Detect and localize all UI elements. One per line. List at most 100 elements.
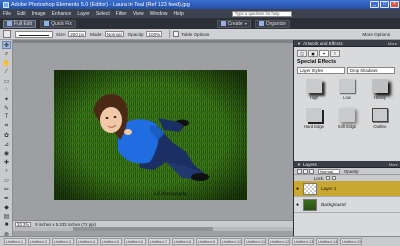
- minimize-button[interactable]: _: [370, 1, 379, 8]
- effect-type-select[interactable]: Layer Styles: [297, 67, 345, 74]
- table-options-button[interactable]: Table Options: [181, 32, 209, 37]
- adjustment-layer-icon[interactable]: [303, 168, 308, 174]
- spot-healing-icon[interactable]: ✚: [2, 158, 11, 166]
- document-status-bar: 33.3% 8 inches x 5.333 inches (72 ppi): [13, 220, 293, 227]
- hand-icon[interactable]: ✋: [2, 59, 11, 67]
- project-bin-item[interactable]: Untitled-1: [4, 238, 26, 245]
- menu-select[interactable]: Select: [96, 11, 110, 17]
- create-label: Create: [227, 20, 243, 27]
- paint-bucket-icon[interactable]: ◆: [2, 203, 11, 211]
- quick-fix-button[interactable]: Quick Fix: [40, 19, 76, 28]
- new-layer-icon[interactable]: [297, 168, 302, 174]
- menu-window[interactable]: Window: [150, 11, 168, 17]
- menu-help[interactable]: Help: [173, 11, 183, 17]
- project-bin-item[interactable]: Untitled-3: [52, 238, 74, 245]
- lasso-icon[interactable]: ◌: [2, 86, 11, 94]
- opacity-input[interactable]: 100%: [146, 31, 163, 37]
- visibility-eye-icon[interactable]: ●: [294, 186, 301, 192]
- layers-header[interactable]: ▼ Layers More: [294, 161, 400, 168]
- cookie-cutter-icon[interactable]: ✿: [2, 131, 11, 139]
- marquee-icon[interactable]: ▭: [2, 77, 11, 85]
- create-button[interactable]: Create ▾: [216, 19, 251, 28]
- eraser-icon[interactable]: ▱: [2, 176, 11, 184]
- project-bin-item[interactable]: Untitled-9: [196, 238, 218, 245]
- zoom-icon[interactable]: ⌕: [2, 50, 11, 58]
- move-icon[interactable]: ✥: [2, 41, 11, 49]
- eyedropper-icon[interactable]: ⁄: [2, 68, 11, 76]
- project-bin-item[interactable]: Untitled-11: [244, 238, 266, 245]
- project-bin-item[interactable]: Untitled-7: [148, 238, 170, 245]
- special-effects-tab-icon[interactable]: ✦: [319, 50, 329, 57]
- menu-image[interactable]: Image: [32, 11, 46, 17]
- menu-filter[interactable]: Filter: [116, 11, 127, 17]
- maximize-button[interactable]: □: [380, 1, 389, 8]
- layers-more-button[interactable]: More: [389, 162, 398, 167]
- style-thumbnail[interactable]: Outline: [365, 106, 395, 133]
- delete-layer-icon[interactable]: [309, 168, 314, 174]
- photo-watermark: LR Photography: [153, 192, 188, 197]
- type-icon[interactable]: T: [2, 113, 11, 121]
- size-input[interactable]: 200 px: [68, 31, 87, 37]
- artwork-more-button[interactable]: More: [388, 41, 397, 46]
- project-bin-item[interactable]: Untitled-12: [268, 238, 290, 245]
- table-options-icon[interactable]: [173, 31, 180, 37]
- brush-stroke-picker[interactable]: [15, 30, 53, 38]
- project-bin-item[interactable]: Untitled-10: [220, 238, 242, 245]
- collapse-arrow-icon[interactable]: ▼: [297, 162, 301, 167]
- blend-mode-select[interactable]: Normal: [318, 168, 340, 174]
- crop-icon[interactable]: ⌗: [2, 122, 11, 130]
- document-window[interactable]: LR Photography 33.3% 8 inches x 5.333 in…: [13, 40, 293, 236]
- selection-brush-icon[interactable]: ✎: [2, 104, 11, 112]
- project-bin-item[interactable]: Untitled-14: [316, 238, 338, 245]
- brush-icon[interactable]: ✒: [2, 194, 11, 202]
- organize-button[interactable]: Organize: [254, 19, 290, 28]
- menu-enhance[interactable]: Enhance: [52, 11, 72, 17]
- scrollbar-thumb[interactable]: [73, 227, 213, 231]
- straighten-icon[interactable]: ⊿: [2, 140, 11, 148]
- mode-select[interactable]: Normal: [104, 31, 124, 37]
- pencil-icon[interactable]: ✏: [2, 185, 11, 193]
- menu-layer[interactable]: Layer: [77, 11, 90, 17]
- collapse-arrow-icon[interactable]: ▼: [297, 41, 301, 46]
- shape-icon[interactable]: ■: [2, 221, 11, 229]
- style-thumbnail[interactable]: Heavy: [365, 77, 395, 104]
- red-eye-icon[interactable]: ◉: [2, 149, 11, 157]
- effect-category-select[interactable]: Drop Shadows: [347, 67, 395, 74]
- gradient-icon[interactable]: ▤: [2, 212, 11, 220]
- artwork-effects-header[interactable]: ▼ Artwork and Effects More: [294, 40, 400, 47]
- magic-wand-icon[interactable]: ✦: [2, 95, 11, 103]
- effects-tab-row: ◫ ▣ ✦ T: [297, 50, 397, 57]
- help-search-input[interactable]: Type a question for help: [231, 10, 292, 17]
- project-bin-item[interactable]: Untitled-15: [340, 238, 362, 245]
- lock-all-icon[interactable]: [332, 176, 337, 180]
- project-bin-item[interactable]: Untitled-8: [172, 238, 194, 245]
- style-thumbnail[interactable]: Low: [332, 77, 362, 104]
- zoom-level-field[interactable]: 33.3%: [15, 221, 32, 227]
- layers-toolbar: Normal Opacity:: [294, 168, 400, 175]
- project-bin-item[interactable]: Untitled-2: [28, 238, 50, 245]
- clone-stamp-icon[interactable]: ♁: [2, 167, 11, 175]
- lock-transparent-icon[interactable]: [326, 176, 331, 180]
- menu-view[interactable]: View: [133, 11, 144, 17]
- text-effects-tab-icon[interactable]: T: [330, 50, 340, 57]
- menu-file[interactable]: File: [3, 11, 11, 17]
- project-bin-item[interactable]: Untitled-6: [124, 238, 146, 245]
- project-bin-item[interactable]: Untitled-4: [76, 238, 98, 245]
- layer-row[interactable]: ● Layer 1: [294, 181, 400, 197]
- themes-tab-icon[interactable]: ▣: [308, 50, 318, 57]
- style-thumbnail[interactable]: Soft Edge: [332, 106, 362, 133]
- style-thumbnail[interactable]: High: [299, 77, 329, 104]
- photo-canvas[interactable]: LR Photography: [54, 70, 247, 200]
- style-thumbnail[interactable]: Hard Edge: [299, 106, 329, 133]
- layer-row[interactable]: ● Background: [294, 197, 400, 213]
- menu-edit[interactable]: Edit: [17, 11, 26, 17]
- brush-preset-icon[interactable]: [3, 30, 11, 38]
- close-button[interactable]: ×: [390, 1, 399, 8]
- horizontal-scrollbar[interactable]: [13, 227, 293, 231]
- full-edit-button[interactable]: Full Edit: [3, 19, 37, 28]
- project-bin-item[interactable]: Untitled-5: [100, 238, 122, 245]
- more-options-button[interactable]: More Options: [362, 32, 390, 37]
- project-bin-item[interactable]: Untitled-13: [292, 238, 314, 245]
- visibility-eye-icon[interactable]: ●: [294, 202, 301, 208]
- artwork-tab-icon[interactable]: ◫: [297, 50, 307, 57]
